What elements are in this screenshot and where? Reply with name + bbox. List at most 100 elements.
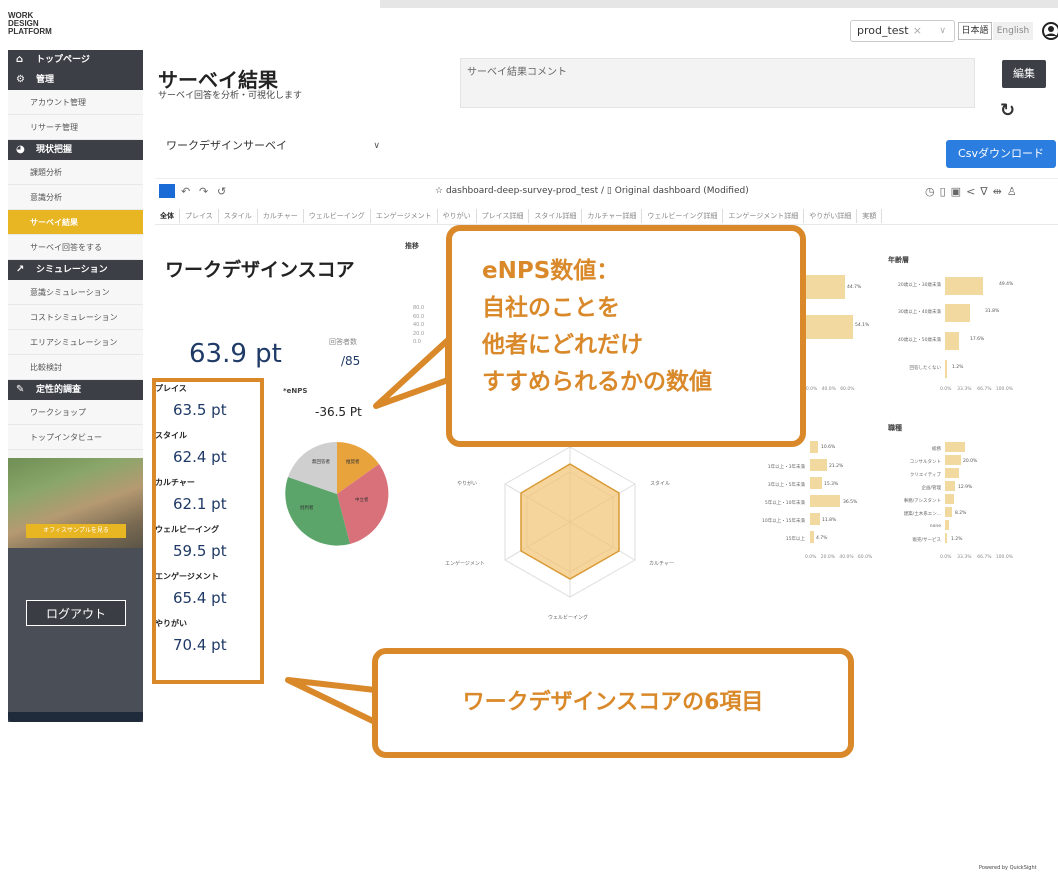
sidebar-section-label: 定性的調査 — [36, 385, 82, 395]
bar-category: 20歳以上・30歳未満 — [898, 283, 941, 288]
edit-button[interactable]: 編集 — [1002, 60, 1046, 88]
sidebar-item-cost-sim[interactable]: コストシミュレーション — [8, 305, 143, 330]
dashboard-tab[interactable]: エンゲージメント — [371, 209, 438, 223]
bar — [810, 531, 814, 543]
reset-icon[interactable]: ↺ — [217, 185, 226, 198]
lang-en-button[interactable]: English — [993, 22, 1033, 40]
bar-category: 1年以上・3年未満 — [767, 465, 805, 470]
sidebar-section-top[interactable]: ⌂ トップページ — [8, 50, 143, 70]
dashboard-tab[interactable]: ウェルビーイング — [304, 209, 371, 223]
dashboard-tab[interactable]: プレイス — [180, 209, 219, 223]
callout-line: 自社のことを — [482, 295, 620, 321]
dashboard-name: Original dashboard (Modified) — [614, 186, 749, 196]
dashboard-tab[interactable]: 実額 — [857, 209, 883, 223]
bar-category: 事務/アシスタント — [903, 499, 941, 504]
bookmark-icon[interactable]: ▯ — [940, 185, 951, 198]
dashboard-tab[interactable]: スタイル詳細 — [529, 209, 583, 223]
radar-label: スタイル — [650, 480, 670, 487]
callout-line: 他者にどれだけ — [482, 332, 643, 358]
sidebar-item-answer-survey[interactable]: サーベイ回答をする — [8, 235, 143, 260]
admin-icon: ⚙ — [16, 74, 25, 85]
app-logo[interactable]: WORK DESIGN PLATFORM — [8, 12, 52, 36]
powered-by: Powered by QuickSight — [979, 865, 1037, 871]
bar-value: 8.2% — [955, 511, 967, 516]
lang-ja-button[interactable]: 日本語 — [958, 22, 992, 40]
undo-icon[interactable]: ↶ — [181, 185, 190, 198]
fit-icon[interactable]: ⇹ — [993, 185, 1007, 198]
sidebar-section-current[interactable]: ◕ 現状把握 — [8, 140, 143, 160]
bar — [810, 495, 840, 507]
star-icon[interactable]: ☆ — [435, 186, 446, 196]
enps-value: -36.5 Pt — [315, 405, 362, 419]
user-icon[interactable] — [1040, 20, 1058, 42]
project-select[interactable]: prod_test × ∨ — [850, 20, 955, 42]
dashboard-tab[interactable]: エンゲージメント詳細 — [723, 209, 805, 223]
account-icon[interactable]: ♙ — [1007, 185, 1022, 198]
office-sample-button[interactable]: オフィスサンプルを見る — [26, 524, 126, 538]
sidebar-item-interview[interactable]: トップインタビュー — [8, 425, 143, 450]
axis-labels: 0.0% 20.0% 40.0% 60.0% — [805, 555, 872, 560]
sidebar-item-research[interactable]: リサーチ管理 — [8, 115, 143, 140]
items-highlight-box — [152, 378, 264, 684]
score-title: ワークデザインスコア — [165, 259, 355, 281]
sidebar-item-awareness-analysis[interactable]: 意識分析 — [8, 185, 143, 210]
bar — [810, 477, 822, 489]
sidebar-section-simulation[interactable]: ↗ シミュレーション — [8, 260, 143, 280]
bar-category: クリエイティブ — [909, 473, 941, 478]
tick-label: 60.0 — [413, 313, 425, 320]
dashboard-tab[interactable]: やりがい — [438, 209, 477, 223]
refresh-icon[interactable]: ↻ — [1000, 100, 1015, 121]
sidebar-item-awareness-sim[interactable]: 意識シミュレーション — [8, 280, 143, 305]
csv-download-button[interactable]: Csvダウンロード — [946, 140, 1056, 168]
sidebar-item-accounts[interactable]: アカウント管理 — [8, 90, 143, 115]
pie-label: 中立者 — [355, 496, 369, 503]
radar-label: エンゲージメント — [445, 560, 485, 567]
clear-icon[interactable]: × — [913, 21, 922, 41]
bar-value: 15.3% — [824, 482, 839, 487]
sidebar-section-label: トップページ — [36, 55, 90, 65]
job-chart-title: 職種 — [888, 424, 902, 432]
dashboard-tab[interactable]: カルチャー詳細 — [582, 209, 643, 223]
dashboard-tab[interactable]: スタイル — [219, 209, 258, 223]
dashboard-tab[interactable]: プレイス詳細 — [477, 209, 530, 223]
sidebar-section-label: シミュレーション — [36, 265, 108, 275]
bar — [945, 277, 983, 295]
bar-value: 49.4% — [999, 282, 1014, 287]
top-header: WORK DESIGN PLATFORM prod_test × ∨ 日本語 E… — [0, 0, 1058, 50]
bar-category: 15年以上 — [785, 537, 805, 542]
sidebar-section-qualitative[interactable]: ✎ 定性的調査 — [8, 380, 143, 400]
logout-button[interactable]: ログアウト — [26, 600, 126, 626]
logo-line: PLATFORM — [8, 27, 52, 36]
dashboard-tab[interactable]: 全体 — [155, 209, 180, 223]
share-icon[interactable]: < — [966, 185, 980, 198]
sidebar-item-area-sim[interactable]: エリアシミュレーション — [8, 330, 143, 355]
dashboard-tab[interactable]: カルチャー — [258, 209, 304, 223]
survey-select[interactable]: ワークデザインサーベイ ∨ — [158, 134, 386, 158]
tick-label: 40.0% — [839, 555, 854, 560]
comment-textarea[interactable]: サーベイ結果コメント — [460, 58, 975, 108]
sidebar-item-issue-analysis[interactable]: 課題分析 — [8, 160, 143, 185]
radar-area — [520, 463, 620, 580]
sidebar-item-survey-results[interactable]: サーベイ結果 — [8, 210, 143, 235]
pie-label: 推奨者 — [346, 458, 360, 465]
sidebar-item-workshop[interactable]: ワークショップ — [8, 400, 143, 425]
bar — [945, 533, 947, 543]
bar-category: 回答したくない — [909, 366, 942, 371]
filter-icon[interactable]: ∇ — [980, 185, 992, 198]
total-score: 63.9 pt — [189, 339, 282, 369]
pie-label: 無回答者 — [312, 458, 330, 465]
bar-value: 21.2% — [829, 464, 844, 469]
dashboard-tab[interactable]: ウェルビーイング詳細 — [642, 209, 724, 223]
home-icon: ⌂ — [16, 54, 24, 65]
redo-icon[interactable]: ↷ — [199, 185, 208, 198]
present-icon[interactable]: ▣ — [951, 185, 966, 198]
bookmark-icon[interactable]: ▯ — [607, 186, 615, 196]
dashboard-tab[interactable]: やりがい詳細 — [804, 209, 858, 223]
survey-select-value: ワークデザインサーベイ — [166, 139, 287, 152]
bar-value: 36.5% — [843, 500, 858, 505]
clock-icon[interactable]: ◷ — [925, 185, 940, 198]
sidebar-section-admin[interactable]: ⚙ 管理 — [8, 70, 143, 90]
bar-value: 17.6% — [970, 337, 985, 342]
sidebar-item-comparison[interactable]: 比較検討 — [8, 355, 143, 380]
bar — [805, 315, 853, 339]
